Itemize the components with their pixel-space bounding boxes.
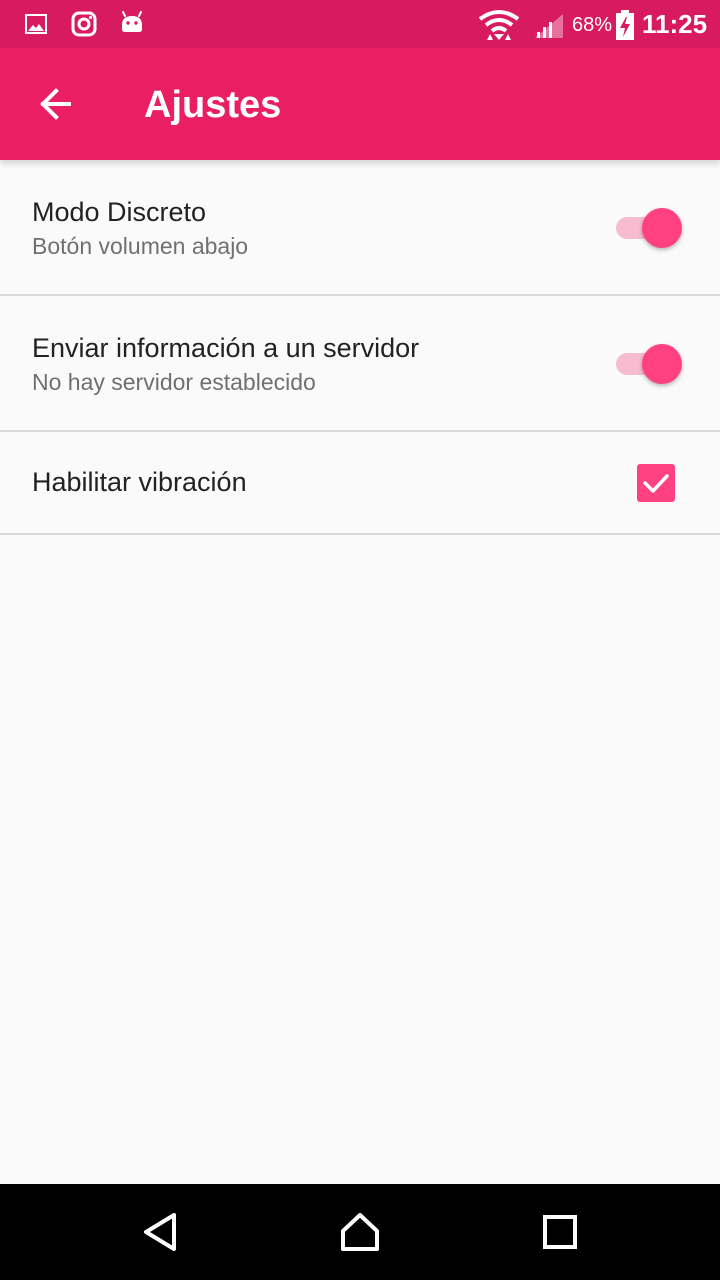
setting-title: Habilitar vibración xyxy=(32,467,247,497)
navigation-bar xyxy=(0,1184,720,1280)
nav-home-button[interactable] xyxy=(334,1206,386,1258)
discreet-mode-switch[interactable] xyxy=(616,208,682,248)
setting-subtitle: No hay servidor establecido xyxy=(32,369,316,395)
setting-title: Modo Discreto xyxy=(32,197,207,227)
setting-subtitle: Botón volumen abajo xyxy=(32,233,249,259)
signal-icon xyxy=(535,14,563,38)
settings-list: Modo Discreto Botón volumen abajo Enviar… xyxy=(0,160,720,535)
back-button[interactable] xyxy=(24,78,88,130)
recent-apps-icon xyxy=(543,1215,577,1249)
status-bar: 68% 11:25 xyxy=(0,0,720,48)
page-title: Ajustes xyxy=(144,84,282,126)
gallery-icon xyxy=(25,14,47,34)
battery-percentage: 68% xyxy=(572,14,613,36)
setting-text: Enviar información a un servidor No hay … xyxy=(32,331,419,397)
setting-title: Enviar información a un servidor xyxy=(32,333,420,363)
back-icon xyxy=(144,1213,176,1251)
switch-thumb xyxy=(642,208,682,248)
home-icon xyxy=(341,1213,379,1251)
android-icon xyxy=(122,11,142,32)
arrow-left-icon xyxy=(40,88,71,120)
instagram-icon xyxy=(71,11,97,37)
nav-back-button[interactable] xyxy=(134,1206,186,1258)
checkmark-icon xyxy=(643,474,669,493)
server-info-switch[interactable] xyxy=(616,344,682,384)
setting-discreet-mode[interactable]: Modo Discreto Botón volumen abajo xyxy=(0,160,720,296)
time: 11:25 xyxy=(642,9,708,39)
switch-thumb xyxy=(642,344,682,384)
battery-charging-icon xyxy=(616,10,634,40)
wifi-icon xyxy=(478,10,520,40)
vibration-checkbox[interactable] xyxy=(637,464,675,502)
nav-recent-apps-button[interactable] xyxy=(534,1206,586,1258)
setting-vibration[interactable]: Habilitar vibración xyxy=(0,432,720,535)
app-bar: Ajustes xyxy=(0,48,720,160)
setting-text: Modo Discreto Botón volumen abajo xyxy=(32,195,248,261)
setting-send-server-info[interactable]: Enviar información a un servidor No hay … xyxy=(0,296,720,432)
